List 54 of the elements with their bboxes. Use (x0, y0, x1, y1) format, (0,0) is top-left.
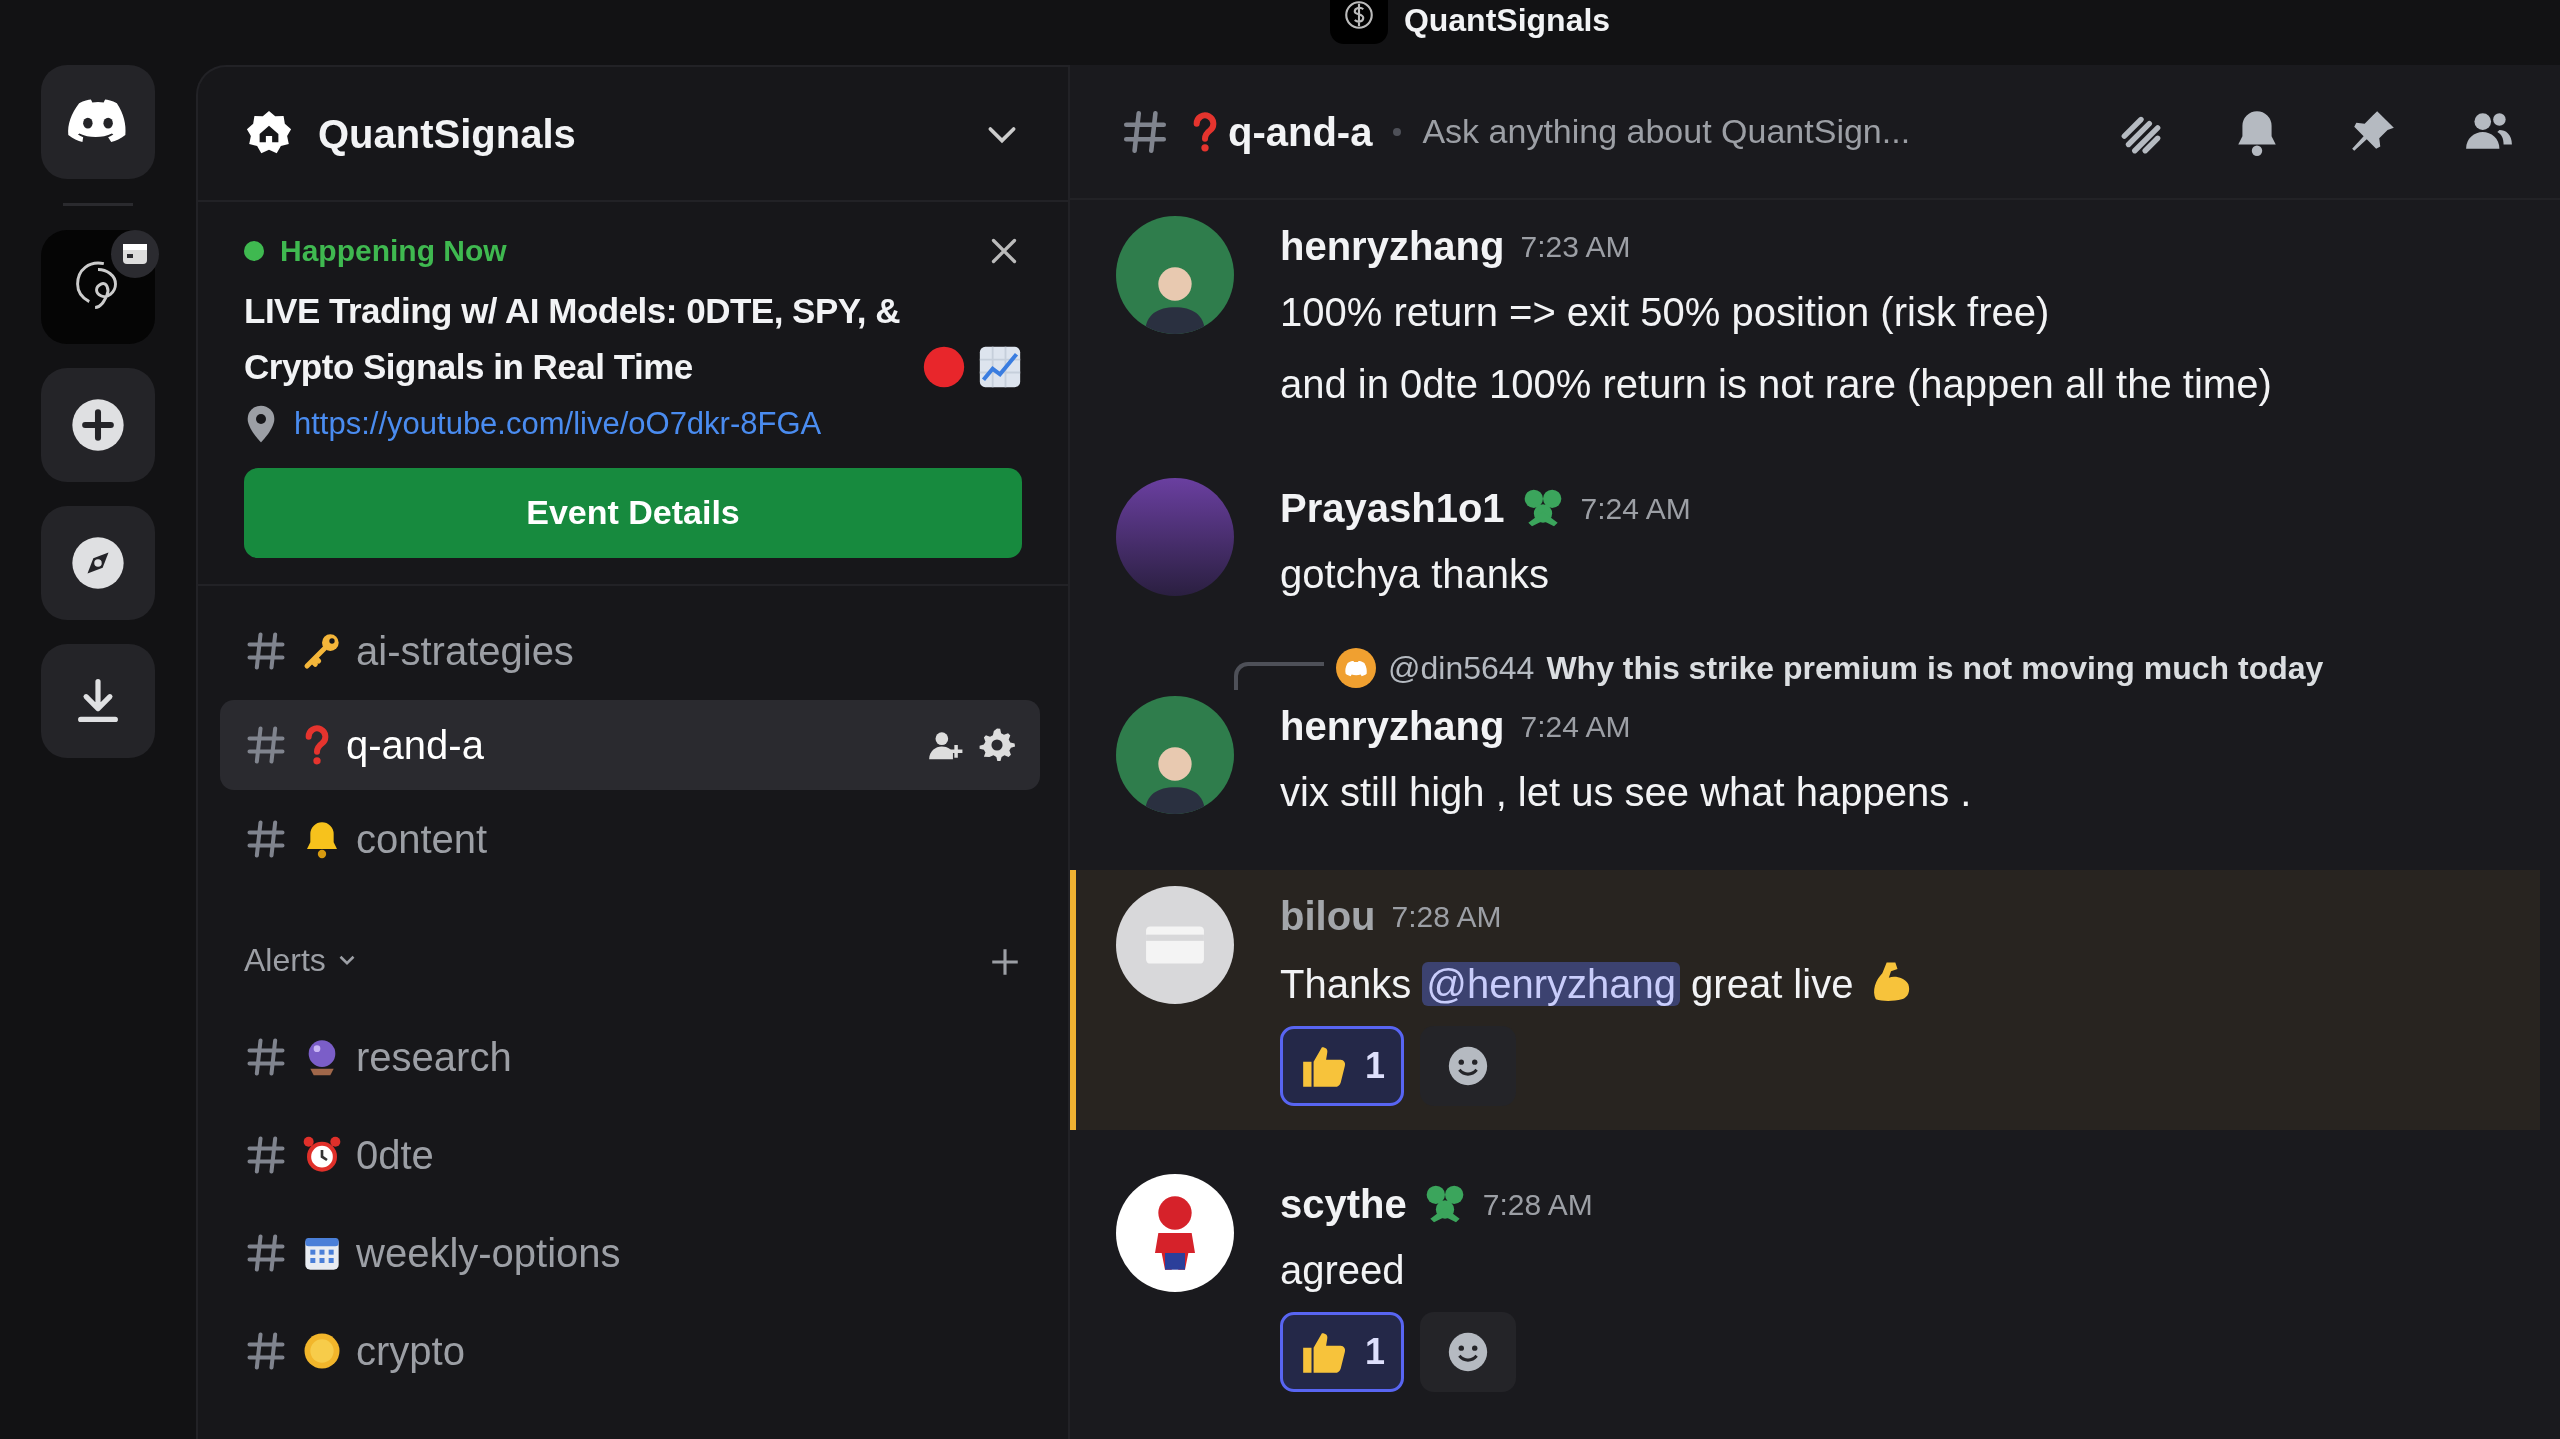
chart-increasing-icon (978, 345, 1022, 389)
add-server-button[interactable] (41, 368, 155, 482)
discover-button[interactable] (41, 506, 155, 620)
timestamp: 7:28 AM (1482, 1186, 1593, 1223)
message-text: and in 0dte 100% return is not rare (happen all the time) (1280, 361, 2273, 408)
message-text: gotchya thanks (1280, 551, 1551, 598)
username[interactable]: henryzhang (1280, 696, 1505, 756)
reaction-button[interactable]: 1 (1280, 1312, 1405, 1392)
channel-item[interactable]: 0dte (220, 1109, 1040, 1200)
add-reaction-button[interactable] (1420, 1026, 1517, 1106)
channel-item[interactable]: content (220, 793, 1040, 884)
record-dot-icon (922, 345, 966, 389)
username[interactable]: henryzhang (1280, 216, 1505, 276)
channel-item[interactable]: crypto (220, 1305, 1040, 1396)
add-reaction-button[interactable] (1420, 1312, 1517, 1392)
timestamp: 7:24 AM (1580, 490, 1691, 527)
small-avatar-icon (1336, 648, 1376, 688)
download-button[interactable] (41, 644, 155, 758)
channel-item[interactable]: weekly-options (220, 1207, 1040, 1298)
username[interactable]: bilou (1280, 886, 1376, 946)
event-link[interactable]: https://youtube.com/live/oO7dkr-8FGA (294, 401, 822, 448)
home-button[interactable] (41, 65, 155, 179)
category-header[interactable]: Alerts (244, 935, 360, 984)
reply-text: Why this strike premium is not moving much today (1546, 649, 2324, 688)
card-icon (1144, 923, 1206, 967)
reaction-button[interactable]: 1 (1280, 1026, 1405, 1106)
channel-item[interactable]: research (220, 1011, 1040, 1102)
compass-icon (70, 535, 126, 591)
server-name: QuantSignals (318, 110, 577, 158)
live-dot (244, 240, 264, 261)
timestamp: 7:28 AM (1391, 898, 1502, 935)
channel-name: q-and-a (1228, 108, 1373, 156)
plus-icon (70, 397, 126, 453)
username[interactable]: Prayash1o1 (1280, 478, 1505, 538)
window-title: QuantSignals (1403, 4, 1611, 36)
user-mention[interactable]: @henryzhang (1422, 962, 1680, 1006)
timestamp: 7:23 AM (1520, 228, 1631, 265)
message-text: Thanks @henryzhang great live (1280, 956, 2494, 1010)
message-text: 100% return => exit 50% position (risk free) (1280, 289, 2051, 336)
message-text: vix still high , let us see what happens . (1280, 769, 1973, 816)
separator-dot-icon (1392, 126, 1403, 137)
channel-topic: Ask anything about QuantSign... (1422, 111, 1912, 152)
channel-item[interactable]: q-and-a (220, 699, 1040, 790)
reply-author[interactable]: @din5644 (1388, 644, 1535, 692)
message-text: agreed (1280, 1247, 1406, 1294)
calendar-badge-icon (111, 230, 159, 278)
alarm-clock-icon (302, 1134, 342, 1175)
event-title: LIVE Trading w/ AI Models: 0DTE, SPY, & Crypto Signals in Real Time (244, 290, 901, 388)
event-details-button[interactable]: Event Details (244, 467, 1022, 558)
username[interactable]: scythe (1280, 1174, 1407, 1234)
timestamp: 7:24 AM (1520, 708, 1631, 745)
settings-icon (978, 725, 1016, 764)
channel-item[interactable]: ai-strategies (220, 605, 1040, 696)
event-status: Happening Now (280, 233, 508, 269)
